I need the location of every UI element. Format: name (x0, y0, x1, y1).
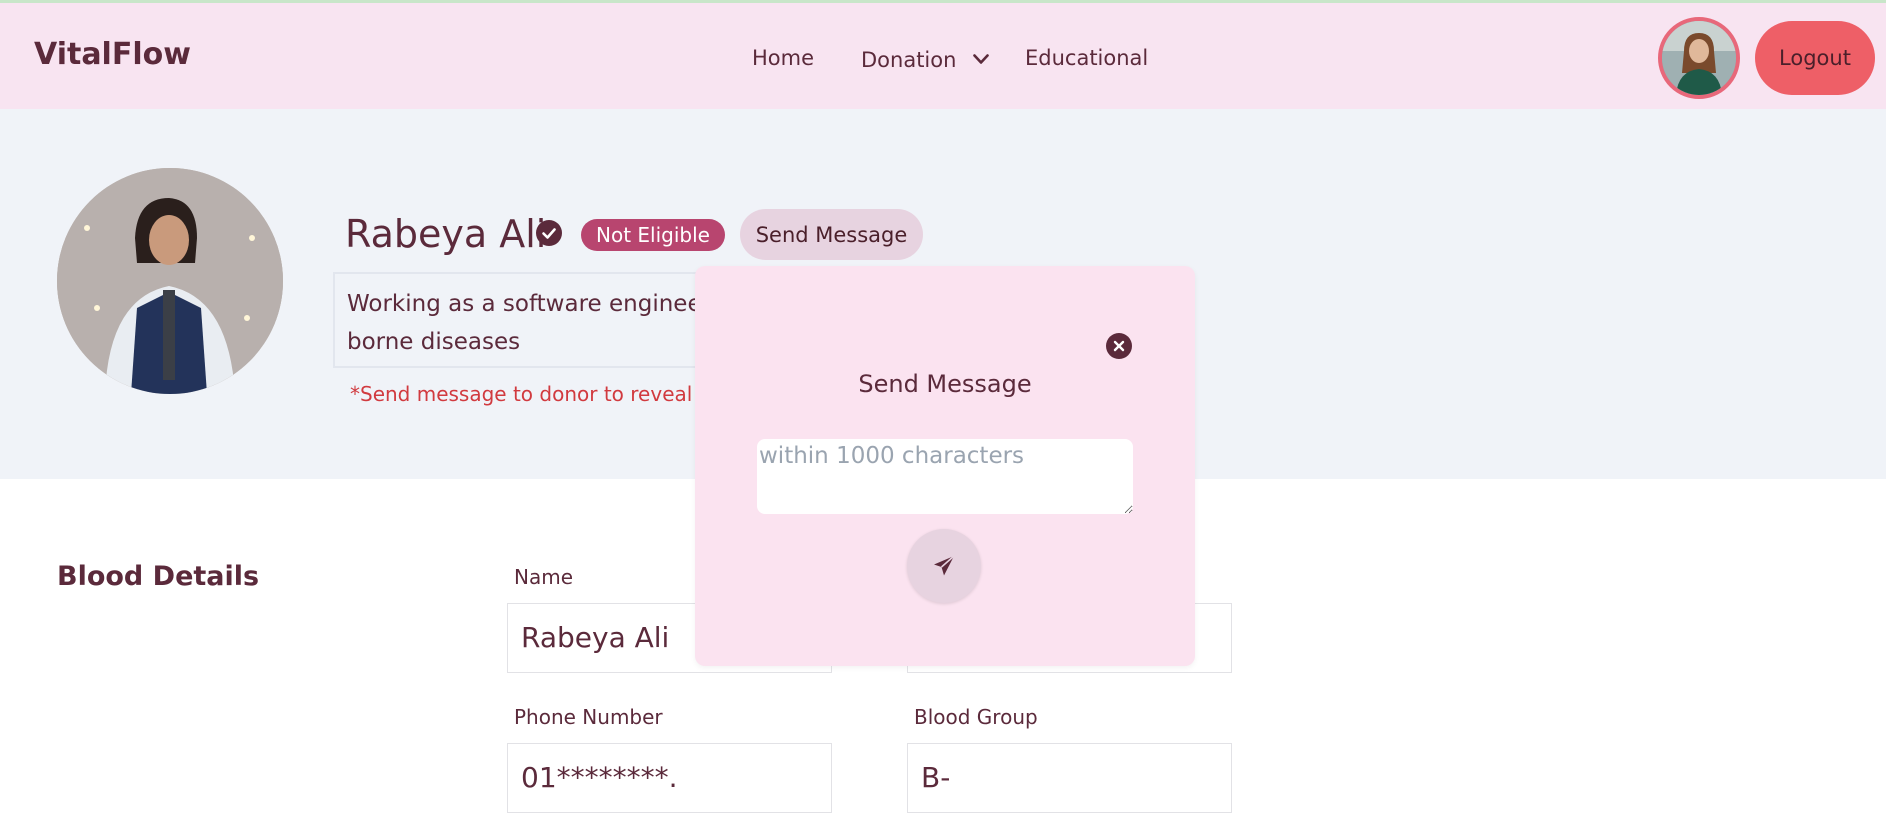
brand-logo[interactable]: VitalFlow (34, 37, 191, 72)
name-label: Name (514, 565, 574, 589)
phone-label: Phone Number (514, 705, 663, 729)
send-button[interactable] (907, 529, 981, 603)
blood-group-label: Blood Group (914, 705, 1038, 729)
modal-title: Send Message (858, 370, 1032, 398)
paper-plane-icon (934, 555, 955, 576)
nav-educational-link[interactable]: Educational (1025, 46, 1148, 70)
chevron-down-icon (973, 46, 989, 70)
nav-home-link[interactable]: Home (752, 46, 814, 70)
blood-group-field[interactable]: B- (907, 743, 1232, 813)
navbar: VitalFlow Home Donation Educational Logo… (0, 3, 1886, 109)
user-avatar-image (1662, 21, 1736, 95)
phone-field[interactable]: 01********. (507, 743, 832, 813)
nav-donation-label: Donation (861, 48, 957, 72)
blood-details-title: Blood Details (57, 561, 260, 592)
verified-check-icon (536, 220, 562, 246)
logout-button[interactable]: Logout (1755, 21, 1875, 95)
user-avatar[interactable] (1658, 17, 1740, 99)
send-message-button[interactable]: Send Message (740, 209, 923, 260)
eligibility-badge: Not Eligible (581, 219, 725, 251)
message-textarea[interactable] (757, 439, 1133, 514)
profile-name: Rabeya Ali (345, 212, 547, 256)
close-icon[interactable] (1106, 333, 1132, 359)
profile-photo (57, 168, 283, 394)
send-message-modal: Send Message (695, 266, 1195, 666)
nav-donation-dropdown[interactable]: Donation (861, 46, 989, 72)
